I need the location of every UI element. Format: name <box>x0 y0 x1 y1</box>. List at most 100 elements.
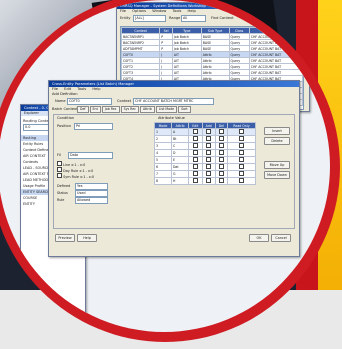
attribute-cell[interactable] <box>188 170 203 178</box>
attribute-checkbox[interactable] <box>218 171 224 176</box>
attribute-checkbox[interactable] <box>206 164 212 169</box>
attribute-checkbox[interactable] <box>218 157 224 162</box>
attribute-checkbox[interactable] <box>206 143 212 148</box>
attribute-table[interactable]: Mode Attrib Edit Add Del Read Only 1 A 2 Bt 3 C 4 D 5 E… <box>154 122 257 185</box>
attribute-checkbox[interactable] <box>192 171 198 176</box>
attribute-cell[interactable] <box>201 135 216 143</box>
attribute-row[interactable]: 2 Bt <box>154 135 257 143</box>
extra-field-input[interactable]: Yes <box>75 183 108 190</box>
attribute-cell[interactable] <box>214 142 228 150</box>
attribute-checkbox[interactable] <box>238 178 244 183</box>
attribute-checkbox[interactable] <box>206 136 212 141</box>
main-menu-file[interactable]: File <box>52 87 58 91</box>
attribute-cell[interactable] <box>188 163 203 171</box>
attribute-row[interactable]: 4D <box>154 149 257 157</box>
name-field[interactable]: C0FT0 <box>67 98 112 105</box>
attribute-cell[interactable] <box>226 128 257 136</box>
filter-tab[interactable]: List Mode <box>155 106 178 113</box>
position-select[interactable]: Pri <box>74 123 113 130</box>
cancel-button[interactable]: Cancel <box>271 234 291 242</box>
attribute-checkbox[interactable] <box>206 157 212 162</box>
entity-select[interactable]: [ALL] <box>133 15 166 22</box>
attribute-checkbox[interactable] <box>218 136 224 141</box>
filter-tab[interactable]: Job Rec <box>101 106 120 113</box>
attribute-row[interactable]: 1A <box>154 128 257 136</box>
attribute-cell[interactable] <box>226 156 257 164</box>
attribute-checkbox[interactable] <box>192 143 198 148</box>
attribute-checkbox[interactable] <box>218 178 224 183</box>
attribute-cell[interactable] <box>226 163 257 171</box>
attribute-checkbox[interactable] <box>206 150 212 155</box>
menu-options[interactable]: Options <box>132 9 146 13</box>
menu-window[interactable]: Window <box>152 9 166 13</box>
attribute-row[interactable]: 3C <box>154 142 257 150</box>
side-button[interactable]: Move Up <box>264 161 290 169</box>
extra-field-input[interactable]: Used <box>75 190 108 197</box>
side-button[interactable]: Delete <box>264 137 290 145</box>
filter-tab[interactable]: Ent <box>89 106 101 113</box>
attribute-cell[interactable] <box>188 149 203 157</box>
attribute-cell[interactable] <box>214 177 228 185</box>
attribute-checkbox[interactable] <box>238 143 244 148</box>
attribute-cell[interactable] <box>201 177 216 185</box>
attribute-checkbox[interactable] <box>238 150 244 155</box>
from-select[interactable]: Data <box>68 152 113 159</box>
attribute-checkbox[interactable] <box>218 164 224 169</box>
help-button[interactable]: Help <box>77 234 97 242</box>
attribute-cell[interactable] <box>214 170 228 178</box>
menu-file[interactable]: File <box>120 9 126 13</box>
attribute-cell[interactable] <box>214 135 228 143</box>
attribute-checkbox[interactable] <box>238 157 244 162</box>
attribute-row[interactable]: 8H <box>154 177 257 185</box>
attribute-cell[interactable] <box>226 135 257 143</box>
attribute-checkbox[interactable] <box>218 129 224 134</box>
attribute-cell[interactable] <box>188 135 203 143</box>
attribute-cell[interactable] <box>188 142 203 150</box>
attribute-cell[interactable] <box>214 163 228 171</box>
attribute-cell[interactable] <box>226 170 257 178</box>
attribute-cell[interactable] <box>201 142 216 150</box>
attribute-row[interactable]: 7G <box>154 170 257 178</box>
extra-field-input[interactable]: Allowed <box>75 197 108 204</box>
attribute-cell[interactable] <box>201 156 216 164</box>
filter-tab[interactable]: Attrib <box>139 106 155 113</box>
attribute-cell[interactable] <box>226 142 257 150</box>
attribute-row[interactable]: 5E <box>154 156 257 164</box>
attribute-checkbox[interactable] <box>206 178 212 183</box>
main-menu-edit[interactable]: Edit <box>64 87 71 91</box>
attribute-checkbox[interactable] <box>192 157 198 162</box>
context-field[interactable]: CHF ACCOUNT BATCH MGRT MTRC <box>133 98 214 105</box>
attribute-cell[interactable] <box>188 177 203 185</box>
attribute-cell[interactable] <box>214 149 228 157</box>
attribute-checkbox[interactable] <box>238 171 244 176</box>
attribute-checkbox[interactable] <box>192 164 198 169</box>
attribute-cell[interactable] <box>188 156 203 164</box>
ok-button[interactable]: OK <box>249 234 269 242</box>
attribute-checkbox[interactable] <box>192 129 198 134</box>
attribute-checkbox[interactable] <box>238 129 244 134</box>
attribute-checkbox[interactable] <box>218 150 224 155</box>
main-menu-tools[interactable]: Tools <box>77 87 86 91</box>
main-menu-help[interactable]: Help <box>92 87 100 91</box>
filter-tab[interactable]: Sys Rec <box>120 106 139 113</box>
filter-tab[interactable]: Sort <box>178 106 191 113</box>
attribute-row[interactable]: 6 Dat <box>154 163 257 171</box>
attribute-checkbox[interactable] <box>192 136 198 141</box>
attribute-cell[interactable] <box>226 177 257 185</box>
menu-help[interactable]: Help <box>188 9 196 13</box>
menu-tools[interactable]: Tools <box>173 9 182 13</box>
main-window[interactable]: Cross-Entity Parameters (List Batch) Man… <box>48 80 300 257</box>
attribute-checkbox[interactable] <box>192 150 198 155</box>
attribute-checkbox[interactable] <box>218 143 224 148</box>
attribute-cell[interactable] <box>201 128 216 136</box>
attribute-checkbox[interactable] <box>206 171 212 176</box>
filter-tab[interactable]: Def <box>77 106 89 113</box>
attribute-checkbox[interactable] <box>238 164 244 169</box>
attribute-cell[interactable] <box>214 128 228 136</box>
attribute-cell[interactable] <box>226 149 257 157</box>
attribute-cell[interactable] <box>214 156 228 164</box>
side-button[interactable]: Move Down <box>264 171 290 179</box>
attribute-cell[interactable] <box>201 163 216 171</box>
attribute-checkbox[interactable] <box>192 178 198 183</box>
attribute-cell[interactable] <box>201 170 216 178</box>
